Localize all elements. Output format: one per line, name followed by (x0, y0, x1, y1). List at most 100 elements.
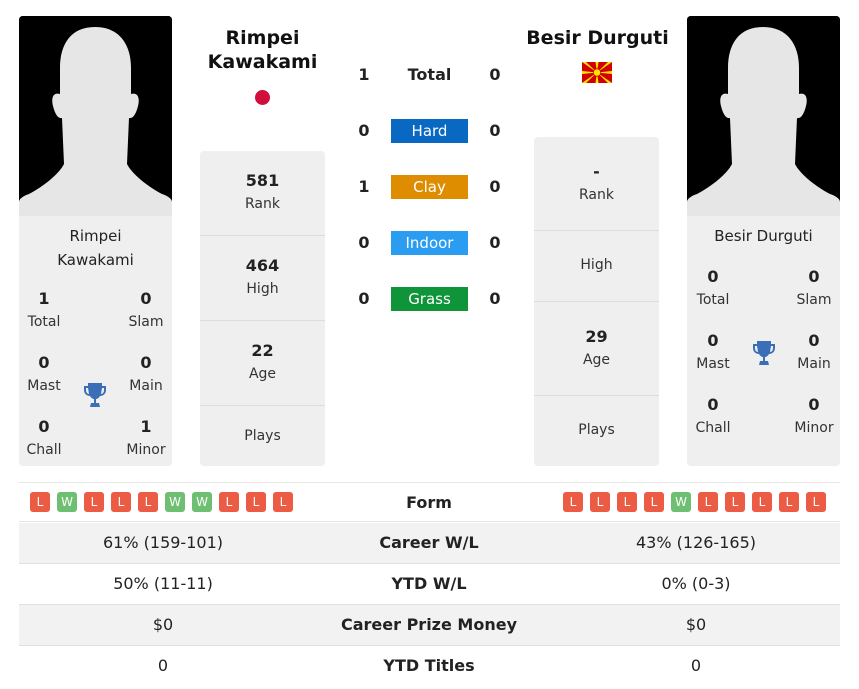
form-badge-loss[interactable]: L (273, 492, 293, 512)
label: Main (797, 356, 831, 372)
player1-titles-main: 0 Main (116, 352, 172, 398)
japan-flag-icon (255, 90, 270, 105)
player1-age: 22 Age (200, 321, 325, 406)
player2-photo (687, 16, 840, 216)
form-badge-win[interactable]: W (671, 492, 691, 512)
h2h-total-row: 1 Total 0 (340, 63, 520, 87)
player2-titles-chall: 0 Chall (687, 394, 743, 440)
label: Main (129, 378, 163, 394)
form-label: Form (406, 493, 452, 512)
player1-card: Rimpei Kawakami 1 Total 0 Slam 0 Mast 0 Main… (19, 16, 172, 466)
form-badge-loss[interactable]: L (779, 492, 799, 512)
player2-name-heading[interactable]: Besir Durguti (515, 26, 680, 50)
player2-titles-main: 0 Main (784, 330, 840, 376)
label: Plays (244, 428, 281, 444)
label: Age (248, 366, 277, 382)
surface-indoor-badge[interactable]: Indoor (391, 231, 468, 255)
player1-titles-mast: 0 Mast (19, 352, 74, 398)
form-badge-win[interactable]: W (165, 492, 185, 512)
value: 29 (585, 327, 608, 346)
form-badge-loss[interactable]: L (219, 492, 239, 512)
label: High (580, 257, 613, 273)
form-badge-loss[interactable]: L (246, 492, 266, 512)
surface-hard-badge[interactable]: Hard (391, 119, 468, 143)
player1-titles-total: 1 Total (19, 288, 74, 334)
value: 0 (808, 395, 820, 414)
form-badge-loss[interactable]: L (111, 492, 131, 512)
player2-card: Besir Durguti 0 Total 0 Slam 0 Mast 0 Main 0… (687, 16, 840, 466)
form-badge-loss[interactable]: L (30, 492, 50, 512)
player1-first-name: Rimpei (225, 27, 300, 49)
form-row: L W L L L W W L L L Form L L L L W L L L… (19, 482, 840, 522)
label: Chall (26, 442, 62, 458)
h2h-total-label: Total (407, 65, 452, 84)
h2h-indoor-p1: 0 (358, 233, 370, 252)
comparison-row-ytd-wl: 50% (11-11) YTD W/L 0% (0-3) (19, 564, 840, 605)
form-badge-loss[interactable]: L (752, 492, 772, 512)
player2-value: 0% (0-3) (661, 574, 731, 593)
player1-name-heading[interactable]: Rimpei Kawakami (195, 26, 330, 74)
player1-titles-minor: 1 Minor (116, 416, 172, 462)
form-badge-win[interactable]: W (57, 492, 77, 512)
player2-value: $0 (685, 615, 707, 634)
value: 0 (140, 289, 152, 308)
value: 1 (140, 417, 152, 436)
label: Total (27, 314, 61, 330)
player2-rank: - Rank (534, 137, 659, 231)
label: Total (696, 292, 730, 308)
player1-plays: Plays (200, 406, 325, 466)
surface-grass-badge[interactable]: Grass (391, 287, 468, 311)
player2-stats-panel: - Rank High 29 Age Plays (534, 137, 659, 466)
form-badge-loss[interactable]: L (563, 492, 583, 512)
form-badge-loss[interactable]: L (725, 492, 745, 512)
player1-value: 61% (159-101) (103, 533, 223, 552)
label: Minor (126, 442, 166, 458)
player2-value: 43% (126-165) (636, 533, 756, 552)
label: Slam (128, 314, 164, 330)
player-silhouette-icon (687, 16, 840, 216)
value: 0 (707, 395, 719, 414)
h2h-hard-row: 0 Hard 0 (340, 119, 520, 143)
form-badge-loss[interactable]: L (84, 492, 104, 512)
form-badge-loss[interactable]: L (138, 492, 158, 512)
row-label: Career W/L (379, 533, 479, 552)
label: Rank (245, 196, 280, 212)
form-badge-loss[interactable]: L (698, 492, 718, 512)
label: Chall (695, 420, 731, 436)
player2-titles-minor: 0 Minor (784, 394, 840, 440)
form-badge-win[interactable]: W (192, 492, 212, 512)
value: 0 (140, 353, 152, 372)
h2h-clay-p1: 1 (358, 177, 370, 196)
player1-card-name: Rimpei Kawakami (19, 224, 172, 272)
player2-age: 29 Age (534, 302, 659, 396)
player2-titles-total: 0 Total (687, 266, 743, 312)
player-silhouette-icon (19, 16, 172, 216)
player1-photo (19, 16, 172, 216)
form-badge-loss[interactable]: L (806, 492, 826, 512)
h2h-total-p2: 0 (489, 65, 501, 84)
value: 581 (245, 171, 280, 190)
form-badge-loss[interactable]: L (590, 492, 610, 512)
comparison-row-career-wl: 61% (159-101) Career W/L 43% (126-165) (19, 523, 840, 564)
player1-card-name-last: Kawakami (57, 251, 134, 269)
form-badge-loss[interactable]: L (617, 492, 637, 512)
h2h-hard-p1: 0 (358, 121, 370, 140)
h2h-indoor-row: 0 Indoor 0 (340, 231, 520, 255)
surface-clay-badge[interactable]: Clay (391, 175, 468, 199)
player2-high: High (534, 231, 659, 302)
label: Age (582, 352, 611, 368)
player1-value: $0 (152, 615, 174, 634)
row-label: YTD Titles (383, 656, 475, 675)
row-label: Career Prize Money (340, 615, 517, 634)
player1-value: 50% (11-11) (113, 574, 213, 593)
trophy-icon (752, 340, 776, 366)
player2-value: 0 (690, 656, 702, 675)
form-badge-loss[interactable]: L (644, 492, 664, 512)
player2-titles-mast: 0 Mast (687, 330, 743, 376)
value: 0 (808, 331, 820, 350)
comparison-row-ytd-titles: 0 YTD Titles 0 (19, 646, 840, 687)
label: Mast (27, 378, 61, 394)
label: Rank (579, 187, 614, 203)
player2-card-name: Besir Durguti (714, 227, 813, 245)
player1-card-name-first: Rimpei (69, 227, 122, 245)
